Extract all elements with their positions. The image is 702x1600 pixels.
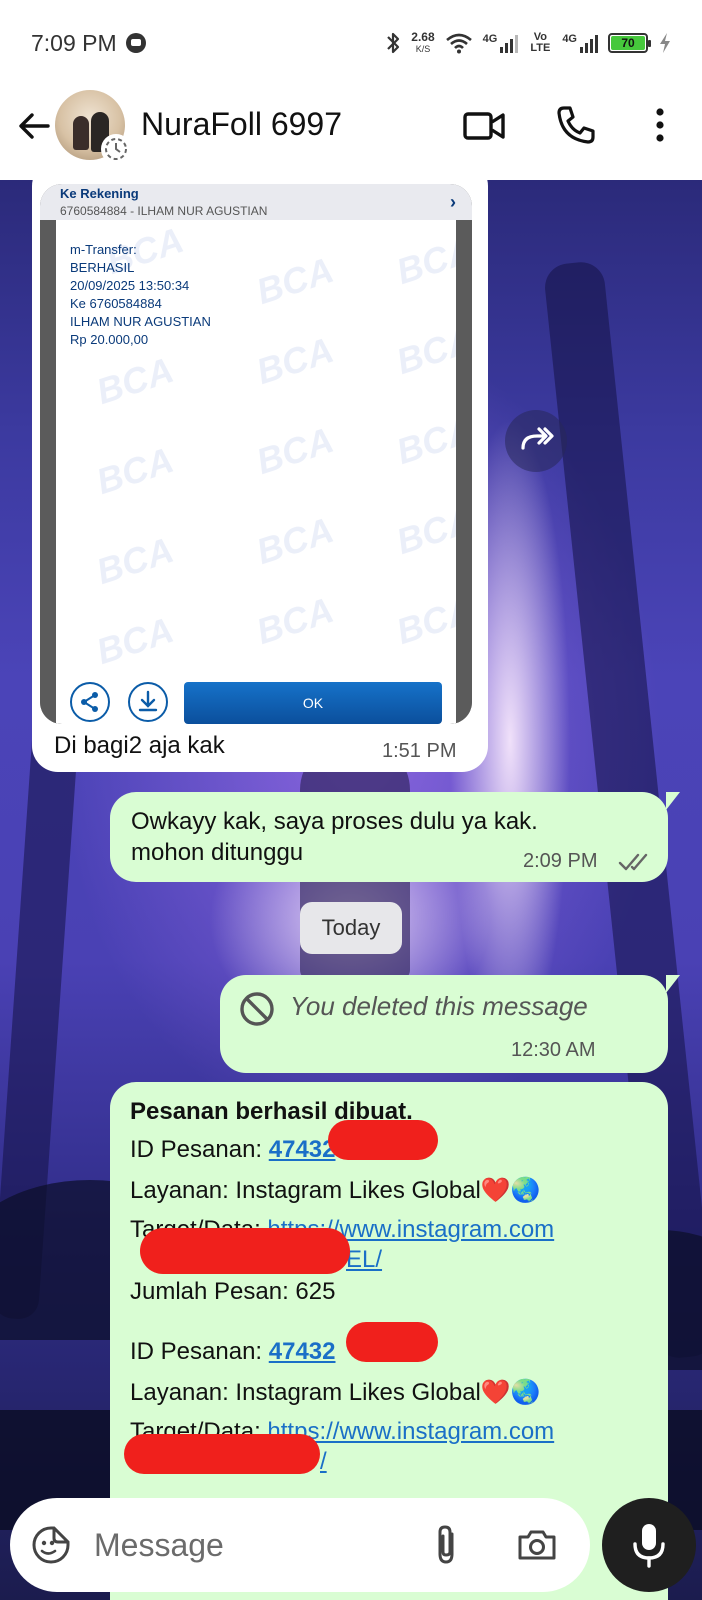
redaction-mark — [124, 1434, 320, 1474]
message-input[interactable] — [94, 1520, 414, 1570]
receipt-ok-button: OK — [184, 682, 442, 724]
battery-level: 70 — [611, 36, 645, 50]
wifi-icon — [445, 33, 472, 54]
message-text: Di bagi2 aja kak — [54, 732, 225, 759]
chat-wallpaper: Ke Rekening 6760584884 - ILHAM NUR AGUST… — [0, 180, 702, 1600]
message-composer — [10, 1498, 590, 1592]
voice-message-button[interactable] — [602, 1498, 696, 1592]
message-time: 1:51 PM — [382, 740, 457, 762]
order-id-label: ID Pesanan: — [130, 1338, 269, 1365]
receipt-line: 20/09/2025 13:50:34 — [70, 278, 190, 293]
deleted-message-text: You deleted this message — [290, 991, 588, 1021]
receipt-account-bar: Ke Rekening 6760584884 - ILHAM NUR AGUST… — [40, 184, 472, 220]
order-service-label: Layanan: Instagram Likes Global — [130, 1379, 481, 1406]
volte-label: Vo LTE — [530, 31, 551, 54]
order-id-link[interactable]: 47432 — [269, 1338, 336, 1365]
bca-watermark: BCA — [251, 328, 339, 393]
order-id-line: ID Pesanan: 47432 — [130, 1338, 336, 1366]
receipt-line: Ke 6760584884 — [70, 296, 162, 311]
bca-watermark: BCA — [251, 418, 339, 483]
order-qty-line: Jumlah Pesan: 625 — [130, 1278, 336, 1305]
screen-record-icon — [126, 33, 146, 53]
blocked-icon — [240, 992, 274, 1026]
receipt-line: Rp 20.000,00 — [70, 332, 149, 347]
bca-watermark: BCA — [391, 318, 456, 383]
sim2-label: 4G — [562, 33, 577, 45]
contact-name[interactable]: NuraFoll 6997 — [141, 106, 342, 143]
message-time: 2:09 PM — [523, 850, 598, 872]
transfer-receipt-image[interactable]: Ke Rekening 6760584884 - ILHAM NUR AGUST… — [40, 184, 472, 724]
order-id-link[interactable]: 47432 — [269, 1136, 336, 1163]
voice-call-icon[interactable] — [555, 104, 597, 146]
bca-watermark: BCA — [91, 438, 179, 503]
net-speed-unit: K/S — [415, 44, 431, 54]
order-id-label: ID Pesanan: — [130, 1136, 269, 1163]
redaction-mark — [346, 1322, 438, 1362]
status-icons: 2.68 K/S 4G Vo LTE 4G 70 — [385, 28, 672, 58]
bca-watermark: BCA — [391, 498, 456, 563]
deleted-message[interactable]: You deleted this message 12:30 AM — [220, 975, 680, 1073]
order-service-label: Layanan: Instagram Likes Global — [130, 1177, 481, 1204]
order-id-line: ID Pesanan: 47432 — [130, 1136, 336, 1164]
redaction-mark — [140, 1228, 350, 1274]
charging-icon — [660, 33, 670, 53]
receipt-download-button — [128, 682, 168, 722]
message-time: 12:30 AM — [511, 1039, 596, 1061]
microphone-icon — [633, 1524, 665, 1568]
back-arrow-icon[interactable] — [14, 106, 54, 146]
day-divider: Today — [300, 902, 402, 954]
sim1-label: 4G — [482, 33, 498, 45]
bca-watermark: BCA — [91, 528, 179, 593]
receipt-share-button — [70, 682, 110, 722]
bluetooth-icon — [387, 32, 400, 54]
bca-watermark: BCA — [251, 508, 339, 573]
order-target-link-cont[interactable]: EL/ — [346, 1246, 382, 1274]
net-speed-value: 2.68 — [411, 30, 435, 44]
sticker-emoji-icon[interactable] — [30, 1524, 72, 1566]
receipt-card: BCA BCA BCA BCA BCA BCA BCA BCA BCA BCA … — [56, 220, 456, 724]
bca-watermark: BCA — [251, 588, 339, 653]
incoming-image-message[interactable]: Ke Rekening 6760584884 - ILHAM NUR AGUST… — [32, 180, 488, 772]
sim1-signal-icon: 4G — [483, 33, 519, 53]
video-call-icon[interactable] — [462, 106, 506, 146]
bca-watermark: BCA — [391, 228, 456, 293]
heart-globe-emoji: ❤️🌏 — [480, 1379, 541, 1406]
more-options-icon[interactable] — [645, 104, 675, 146]
redaction-mark — [328, 1120, 438, 1160]
net-speed: 2.68 K/S — [411, 31, 434, 55]
share-icon — [81, 692, 98, 712]
paperclip-icon[interactable] — [428, 1522, 464, 1568]
receipt-account-label: Ke Rekening — [60, 186, 139, 201]
receipt-line: BERHASIL — [70, 260, 135, 275]
receipt-line: m-Transfer: — [70, 242, 137, 257]
heart-globe-emoji: ❤️🌏 — [480, 1177, 541, 1204]
download-icon — [138, 690, 158, 712]
message-text-line: Owkayy kak, saya proses dulu ya kak. — [131, 808, 538, 835]
sim2-signal-icon: 4G — [562, 33, 598, 53]
bca-watermark: BCA — [251, 248, 339, 313]
bca-watermark: BCA — [91, 608, 179, 673]
message-text-line: mohon ditunggu — [131, 839, 304, 866]
order-service-line: Layanan: Instagram Likes Global❤️🌏 — [130, 1378, 541, 1407]
receipt-account-value: 6760584884 - ILHAM NUR AGUSTIAN — [60, 204, 268, 218]
status-time: 7:09 PM — [31, 30, 117, 56]
bca-watermark: BCA — [391, 588, 456, 653]
double-check-icon — [618, 853, 648, 871]
order-service-line: Layanan: Instagram Likes Global❤️🌏 — [130, 1176, 541, 1205]
battery-icon: 70 — [608, 33, 651, 53]
chat-header: NuraFoll 6997 — [0, 88, 702, 180]
status-bar: 7:09 PM 2.68 K/S 4G Vo LTE 4G 70 — [0, 0, 702, 88]
bca-watermark: BCA — [91, 348, 179, 413]
forward-icon — [521, 427, 554, 450]
disappearing-timer-icon — [101, 134, 131, 164]
forward-button[interactable] — [505, 410, 567, 472]
outgoing-message[interactable]: Owkayy kak, saya proses dulu ya kak. moh… — [110, 792, 680, 882]
receipt-line: ILHAM NUR AGUSTIAN — [70, 314, 211, 329]
chevron-right-icon: › — [450, 192, 456, 212]
camera-icon[interactable] — [516, 1524, 558, 1566]
order-target-link-cont[interactable]: / — [320, 1448, 327, 1476]
bca-watermark: BCA — [391, 408, 456, 473]
